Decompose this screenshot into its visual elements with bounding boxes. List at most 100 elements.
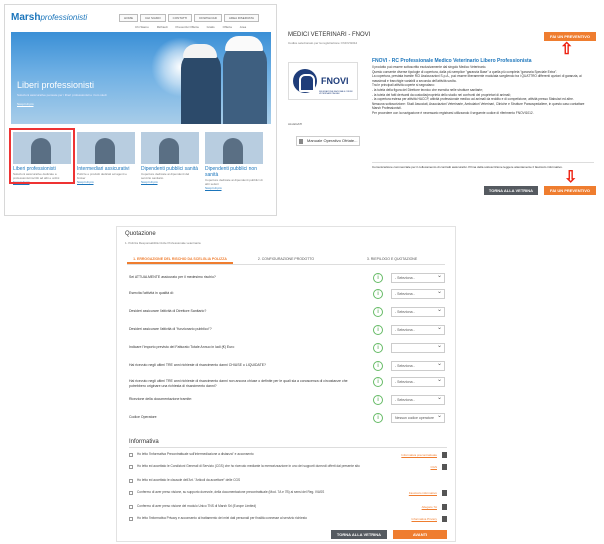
info-icon[interactable]: i [373,289,383,299]
question-label: Ricezione della documentazione tramite: [129,397,193,401]
card-photo [141,132,199,164]
nav-chi-siamo[interactable]: CHI SIAMO [140,14,166,22]
question-label: Sei ATTUALMENTE assicurato per il medesi… [129,275,216,279]
product-title: MEDICI VETERINARI - FNOVI [288,32,371,38]
card-dipendenti-non-sanita[interactable]: Dipendenti pubblici non sanità Coperture… [205,132,263,190]
consent-row: Ho letto ed accettato le Condizioni Gene… [129,464,449,473]
manual-attachment-link[interactable]: Manuale Operativo Ofrtate... [296,136,360,146]
answer-select[interactable]: - Seleziona - [391,306,445,317]
informativa-title: Informativa [129,439,447,448]
step-1[interactable]: 1. ERROGAZIONE DEL RISCHIO DA SCELGLIA P… [127,253,233,264]
next-button[interactable]: AVANTI [393,530,447,539]
allegati-label: ALLEGATI [288,122,303,126]
nav-area-riservata[interactable]: AREA RISERVATA [223,14,260,22]
card-desc: Polizze e prodotti dedicati ad agenti e … [77,172,127,180]
consent-doc-link[interactable]: Informativa precontrattuale [401,453,437,457]
consent-row: Ho letto ed accettato le clausole dell'A… [129,478,449,487]
nav-home[interactable]: HOME [119,14,138,22]
consent-checkbox[interactable] [129,479,133,483]
question-row: Desideri assicurare l'attività di Dirett… [129,306,447,321]
pdf-icon[interactable] [442,516,447,522]
consent-checkbox[interactable] [129,517,133,521]
answer-select[interactable]: - Seleziona - [391,288,445,299]
info-icon[interactable]: i [373,413,383,423]
card-dipendenti-sanita[interactable]: Dipendenti pubblici sanità Coperture ded… [141,132,199,184]
question-row: Codice Operatore i Nessun codice operato… [129,412,447,427]
preventivo-button-top[interactable]: FAI UN PREVENTIVO [544,32,596,41]
consent-row: Ho letto l'informativa Privacy e acconse… [129,516,449,525]
question-label: Desideri assicurare l'attività di "funzi… [129,327,212,331]
pdf-icon[interactable] [442,490,447,496]
nav-download[interactable]: DOWNLOAD [194,14,222,22]
description-line: La copertura, prestata tramite RCI Assic… [372,74,582,83]
consent-checkbox[interactable] [129,465,133,469]
info-icon[interactable]: i [373,395,383,405]
consent-doc-link[interactable]: Allegato 7A [422,505,437,509]
info-icon[interactable]: i [373,325,383,335]
consent-checkbox[interactable] [129,453,133,457]
operator-code-select[interactable]: Nessun codice operatore [391,412,445,423]
question-label: Codice Operatore [129,415,157,419]
description-line: Nessuna sottoscrizione: Studi Associati,… [372,101,585,111]
consent-label: Confermo di aver preso visione del modul… [137,504,257,508]
quotation-title: Quotazione [125,231,156,237]
consent-checkbox[interactable] [129,491,133,495]
consent-doc-link[interactable]: CGS [430,465,437,469]
pdf-icon[interactable] [442,452,447,458]
card-link[interactable]: Scopri di più [13,180,71,184]
subnav-item[interactable]: Richiedi [157,25,168,29]
answer-select[interactable]: - Seleziona - [391,394,445,405]
info-icon[interactable]: i [373,273,383,283]
card-liberi-professionisti[interactable]: Liberi professionisti Soluzioni assicura… [9,128,75,184]
answer-select[interactable]: - Seleziona - [391,376,445,387]
answer-select[interactable]: - Seleziona - [391,272,445,283]
pdf-icon[interactable] [442,504,447,510]
hero-link[interactable]: Scopri di più [17,102,34,106]
info-icon[interactable]: i [373,343,383,353]
consent-checkbox[interactable] [129,505,133,509]
answer-select[interactable]: - Seleziona - [391,324,445,335]
consent-row: Confermo di aver preso visione, su suppo… [129,490,449,499]
back-to-showcase-button[interactable]: TORNA ALLA VETRINA [331,530,387,539]
pdf-icon[interactable] [442,464,447,470]
question-row: Hai ricevuto negli ultimi TRE anni richi… [129,376,447,391]
consent-label: Ho letto l'Informativa Precontrattuale s… [137,452,254,456]
marsh-logo[interactable]: Marshprofessionisti [11,12,87,23]
subnav-item[interactable]: Chi Siamo [135,25,149,29]
card-intermediari[interactable]: Intermediari assicurativi Polizze e prod… [77,132,135,184]
card-link[interactable]: Scopri di più [77,180,135,184]
hero-person-1 [181,50,221,124]
step-2[interactable]: 2. CONFIGURAZIONE PRODOTTO [233,253,339,264]
question-row: Esercita l'attività in qualità di: i - S… [129,288,447,303]
question-label: Esercita l'attività in qualità di: [129,291,174,295]
subnav-item[interactable]: Preventivi Offerta [176,25,199,29]
card-title: Dipendenti pubblici non sanità [205,166,257,178]
question-row: Indicare l'importo previsto del Fatturat… [129,342,447,357]
consent-doc-link[interactable]: Fascicolo informativo [409,491,437,495]
fnovi-logo: FNOVI FEDERAZIONE NAZIONALE ORDINI VETER… [288,62,358,100]
arrow-down-icon: ⇩ [564,169,578,186]
card-photo [13,132,71,164]
subnav-item[interactable]: Offerta [223,25,232,29]
revenue-input[interactable] [391,342,445,353]
subnav-item[interactable]: Area [240,25,246,29]
info-icon[interactable]: i [373,377,383,387]
hero-person-2 [223,42,267,124]
preventivo-button-bottom[interactable]: FAI UN PREVENTIVO [544,186,596,195]
question-label: Desideri assicurare l'attività di Dirett… [129,309,207,313]
back-to-showcase-button[interactable]: TORNA ALLA VETRINA [484,186,538,195]
hero-title: Liberi professionisti [17,80,95,90]
consent-doc-link[interactable]: Informativa Privacy [411,517,437,521]
subnav-item[interactable]: Gratis [207,25,215,29]
info-icon[interactable]: i [373,361,383,371]
step-3[interactable]: 3. RIEPILOGO E QUOTAZIONE [339,253,445,264]
question-label: Hai ricevuto negli ultimi TRE anni richi… [129,363,267,367]
info-icon[interactable]: i [373,307,383,317]
fnovi-emblem-icon [293,69,317,93]
answer-select[interactable]: - Seleziona - [391,360,445,371]
card-link[interactable]: Scopri di più [141,180,199,184]
product-code: Codice selezionato per la registrazione:… [288,41,358,45]
card-link[interactable]: Scopri di più [205,186,263,190]
nav-contatti[interactable]: CONTATTI [167,14,193,22]
hard-hat-1 [183,44,217,58]
